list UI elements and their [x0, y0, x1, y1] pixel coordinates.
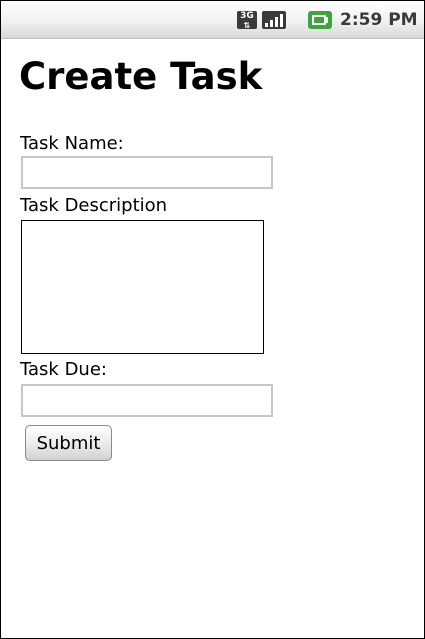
task-name-label: Task Name: [20, 133, 124, 154]
signal-bars-icon [262, 11, 286, 29]
3g-data-icon: 3G ⇅ [237, 11, 257, 30]
status-bar: 3G ⇅ 2:59 PM [1, 1, 424, 39]
task-description-textarea[interactable] [21, 220, 264, 354]
page-title: Create Task [19, 55, 263, 98]
task-description-label: Task Description [20, 195, 168, 216]
task-due-label: Task Due: [20, 359, 107, 380]
task-name-input[interactable] [21, 156, 273, 189]
battery-charging-icon [308, 11, 332, 29]
status-time: 2:59 PM [340, 10, 418, 30]
submit-button[interactable]: Submit [25, 425, 112, 461]
app-screen: 3G ⇅ 2:59 PM Create Task Task Name: Task… [0, 0, 425, 639]
task-due-input[interactable] [21, 384, 273, 417]
